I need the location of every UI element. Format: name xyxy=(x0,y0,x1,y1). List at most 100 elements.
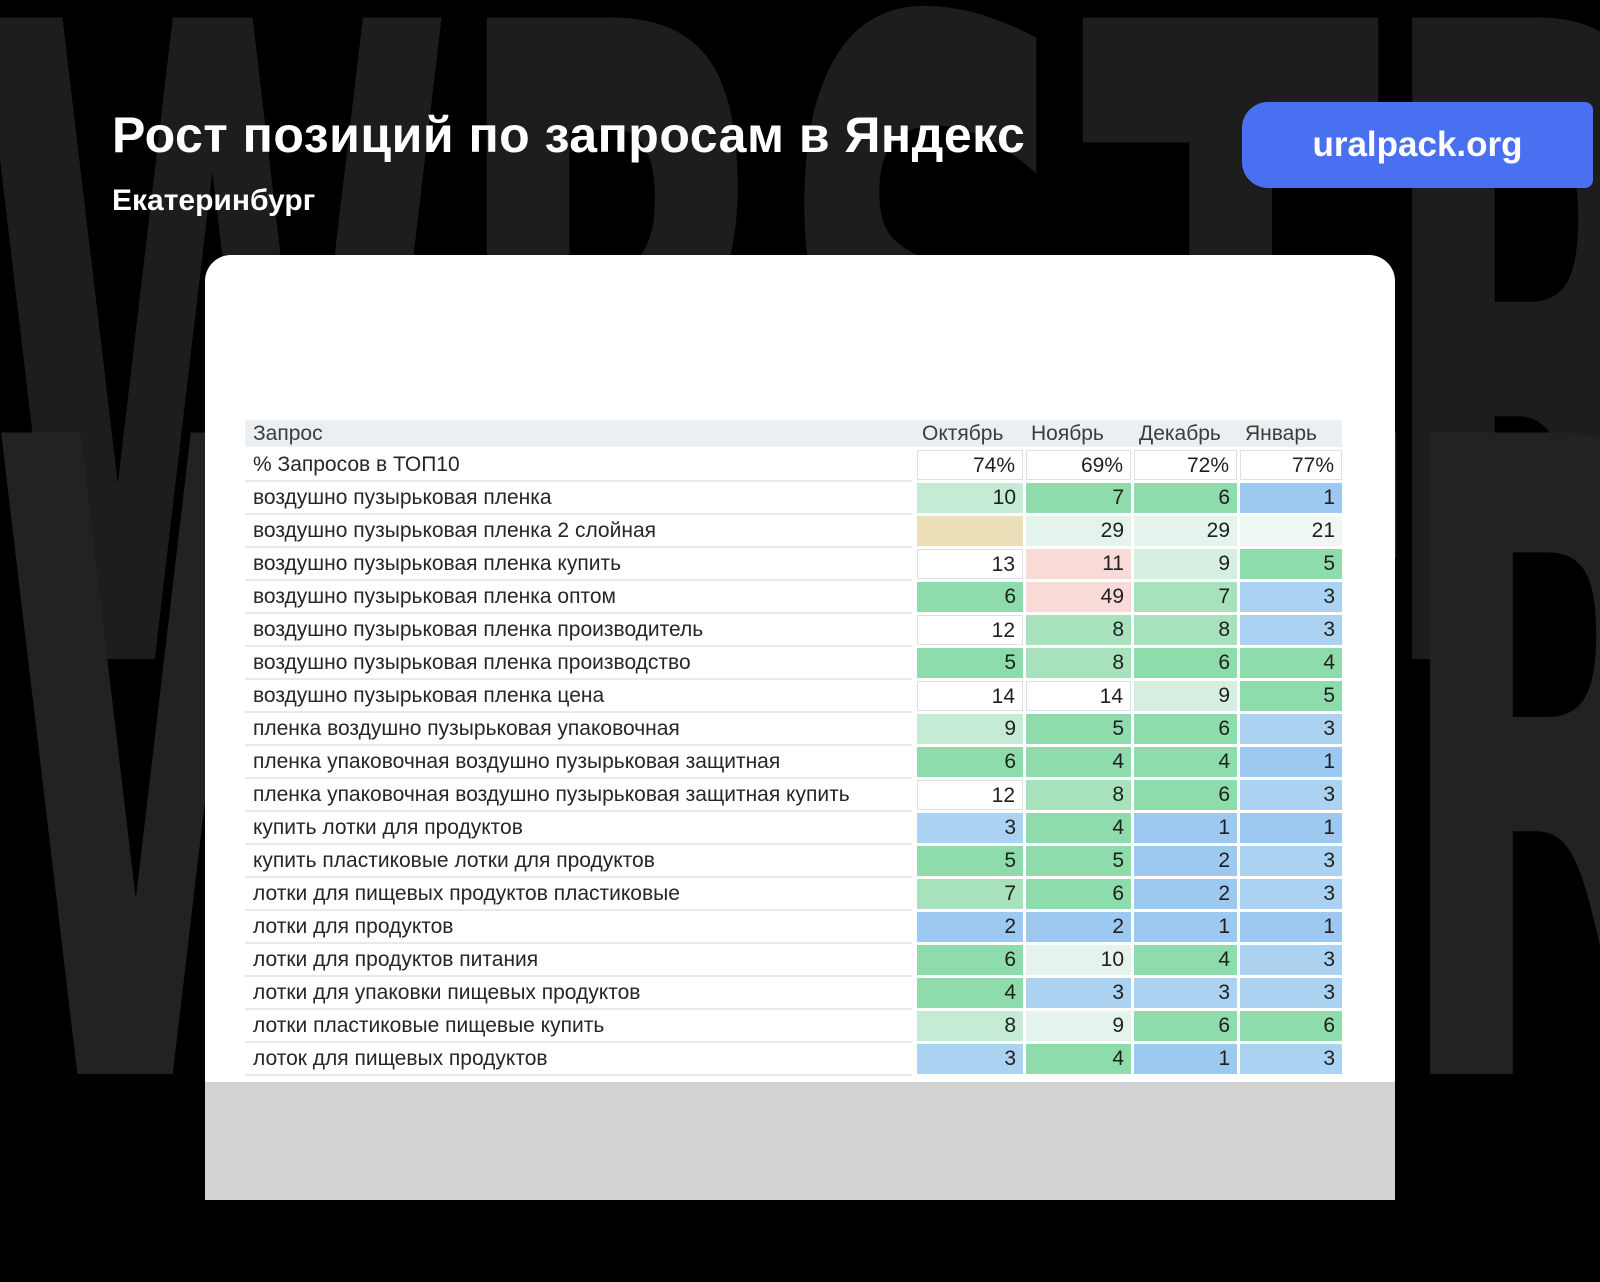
month-column-header: Ноябрь xyxy=(1026,420,1131,447)
query-cell: лотки пластиковые пищевые купить xyxy=(245,1011,912,1043)
table-row: воздушно пузырьковая пленка 2 слойная292… xyxy=(245,516,1342,549)
value-cell: 4 xyxy=(1026,747,1131,777)
query-cell: воздушно пузырьковая пленка 2 слойная xyxy=(245,516,912,548)
value-cell: 29 xyxy=(1026,516,1131,546)
value-cell: 12 xyxy=(917,780,1023,810)
value-cell: 3 xyxy=(1026,978,1131,1008)
value-cell: 5 xyxy=(917,648,1023,678)
value-cell: 3 xyxy=(1240,945,1342,975)
value-cell: 1 xyxy=(1134,813,1237,843)
value-cell: 1 xyxy=(1240,912,1342,942)
table-row: пленка упаковочная воздушно пузырьковая … xyxy=(245,780,1342,813)
table-row: лотки для пищевых продуктов пластиковые7… xyxy=(245,879,1342,912)
value-cell: 3 xyxy=(1240,879,1342,909)
table-row: купить лотки для продуктов3411 xyxy=(245,813,1342,846)
table-row: лотки для продуктов питания61043 xyxy=(245,945,1342,978)
value-cell: 6 xyxy=(1134,648,1237,678)
value-cell: 3 xyxy=(1240,780,1342,810)
positions-table-body: % Запросов в ТОП1074%69%72%77%воздушно п… xyxy=(245,450,1342,1077)
value-cell: 8 xyxy=(1134,615,1237,645)
value-cell: 4 xyxy=(1026,813,1131,843)
month-column-header: Январь xyxy=(1240,420,1342,447)
value-cell: 3 xyxy=(917,1044,1023,1074)
table-row: купить пластиковые лотки для продуктов55… xyxy=(245,846,1342,879)
query-cell: воздушно пузырьковая пленка производство xyxy=(245,648,912,680)
value-cell: 6 xyxy=(1026,879,1131,909)
value-cell: 3 xyxy=(1240,846,1342,876)
value-cell: 3 xyxy=(1240,714,1342,744)
value-cell: 69% xyxy=(1026,450,1131,480)
value-cell: 6 xyxy=(1134,483,1237,513)
positions-table: Запрос Октябрь Ноябрь Декабрь Январь % З… xyxy=(245,420,1342,1077)
value-cell: 13 xyxy=(917,549,1023,579)
query-cell: воздушно пузырьковая пленка оптом xyxy=(245,582,912,614)
table-row: лотки пластиковые пищевые купить8966 xyxy=(245,1011,1342,1044)
page-subtitle: Екатеринбург xyxy=(112,184,315,218)
value-cell: 6 xyxy=(1240,1011,1342,1041)
value-cell: 5 xyxy=(1240,549,1342,579)
table-row: воздушно пузырьковая пленка производител… xyxy=(245,615,1342,648)
value-cell: 6 xyxy=(917,582,1023,612)
value-cell: 3 xyxy=(1240,582,1342,612)
table-row: пленка воздушно пузырьковая упаковочная9… xyxy=(245,714,1342,747)
report-card: Запрос Октябрь Ноябрь Декабрь Январь % З… xyxy=(205,255,1395,1200)
query-cell: воздушно пузырьковая пленка купить xyxy=(245,549,912,581)
table-row: воздушно пузырьковая пленка оптом64973 xyxy=(245,582,1342,615)
value-cell: 9 xyxy=(1134,681,1237,711)
value-cell: 74% xyxy=(917,450,1023,480)
query-cell: купить пластиковые лотки для продуктов xyxy=(245,846,912,878)
value-cell: 3 xyxy=(1240,615,1342,645)
value-cell: 3 xyxy=(1134,978,1237,1008)
table-row: воздушно пузырьковая пленка производство… xyxy=(245,648,1342,681)
value-cell: 6 xyxy=(917,945,1023,975)
value-cell: 5 xyxy=(1240,681,1342,711)
value-cell: 4 xyxy=(1134,945,1237,975)
value-cell: 10 xyxy=(1026,945,1131,975)
value-cell: 4 xyxy=(1026,1044,1131,1074)
table-row: воздушно пузырьковая пленка купить131195 xyxy=(245,549,1342,582)
value-cell: 6 xyxy=(1134,780,1237,810)
value-cell: 4 xyxy=(917,978,1023,1008)
value-cell: 7 xyxy=(1026,483,1131,513)
query-cell: лоток для пищевых продуктов xyxy=(245,1044,912,1076)
value-cell: 8 xyxy=(1026,615,1131,645)
value-cell: 14 xyxy=(1026,681,1131,711)
query-cell: % Запросов в ТОП10 xyxy=(245,450,912,482)
value-cell: 8 xyxy=(1026,780,1131,810)
value-cell: 11 xyxy=(1026,549,1131,579)
value-cell: 5 xyxy=(1026,714,1131,744)
value-cell: 2 xyxy=(1026,912,1131,942)
value-cell: 5 xyxy=(917,846,1023,876)
value-cell: 8 xyxy=(1026,648,1131,678)
value-cell: 49 xyxy=(1026,582,1131,612)
query-cell: пленка упаковочная воздушно пузырьковая … xyxy=(245,780,912,812)
value-cell: 77% xyxy=(1240,450,1342,480)
value-cell: 2 xyxy=(917,912,1023,942)
value-cell: 1 xyxy=(1134,912,1237,942)
query-cell: воздушно пузырьковая пленка цена xyxy=(245,681,912,713)
value-cell: 6 xyxy=(917,747,1023,777)
value-cell: 3 xyxy=(1240,1044,1342,1074)
value-cell: 3 xyxy=(917,813,1023,843)
query-cell: пленка воздушно пузырьковая упаковочная xyxy=(245,714,912,746)
value-cell: 6 xyxy=(1134,714,1237,744)
site-badge[interactable]: uralpack.org xyxy=(1242,102,1593,188)
value-cell xyxy=(917,516,1023,546)
table-row: % Запросов в ТОП1074%69%72%77% xyxy=(245,450,1342,483)
value-cell: 5 xyxy=(1026,846,1131,876)
table-row: пленка упаковочная воздушно пузырьковая … xyxy=(245,747,1342,780)
table-row: воздушно пузырьковая пленка10761 xyxy=(245,483,1342,516)
query-cell: пленка упаковочная воздушно пузырьковая … xyxy=(245,747,912,779)
query-cell: лотки для пищевых продуктов пластиковые xyxy=(245,879,912,911)
query-cell: лотки для упаковки пищевых продуктов xyxy=(245,978,912,1010)
month-column-header: Октябрь xyxy=(917,420,1023,447)
query-cell: воздушно пузырьковая пленка xyxy=(245,483,912,515)
table-row: лотки для упаковки пищевых продуктов4333 xyxy=(245,978,1342,1011)
value-cell: 4 xyxy=(1240,648,1342,678)
query-cell: купить лотки для продуктов xyxy=(245,813,912,845)
value-cell: 1 xyxy=(1240,483,1342,513)
value-cell: 9 xyxy=(917,714,1023,744)
value-cell: 72% xyxy=(1134,450,1237,480)
value-cell: 9 xyxy=(1134,549,1237,579)
value-cell: 4 xyxy=(1134,747,1237,777)
